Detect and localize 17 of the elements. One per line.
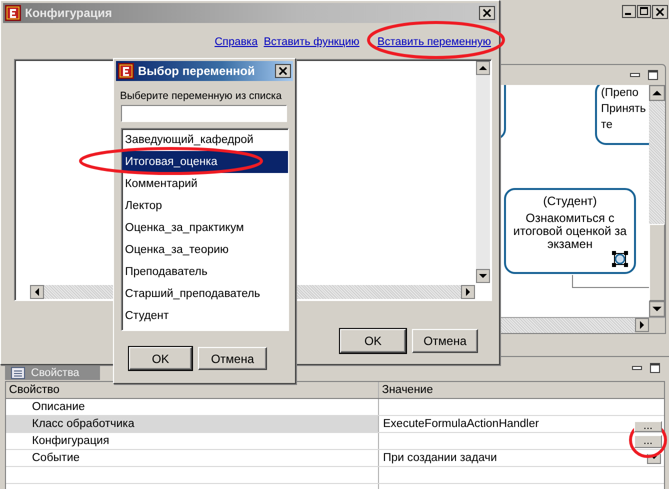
- window-title: Выбор переменной: [138, 64, 256, 78]
- node-text: экзамен: [546, 238, 593, 251]
- table-cell: Класс обработчика: [6, 416, 379, 432]
- table-cell: Описание: [6, 399, 379, 415]
- tab-label: Свойства: [31, 367, 80, 379]
- table-cell: Событие: [6, 450, 379, 466]
- node-text: (Препо: [601, 87, 640, 100]
- node-text: Принять: [601, 103, 647, 116]
- window-title: Конфигурация: [25, 6, 114, 20]
- table-cell: Конфигурация: [6, 433, 379, 449]
- node-text: итоговой оценкой за: [512, 225, 628, 238]
- prompt-label: Выберите переменную из списка: [119, 89, 283, 102]
- node-text: (Студент): [542, 195, 598, 208]
- table-cell-text: ExecuteFormulaActionHandler: [383, 417, 539, 432]
- node-text: Ознакомиться с: [524, 212, 616, 225]
- node-text: те: [601, 119, 614, 132]
- table-cell-text: При создании задачи: [383, 451, 497, 466]
